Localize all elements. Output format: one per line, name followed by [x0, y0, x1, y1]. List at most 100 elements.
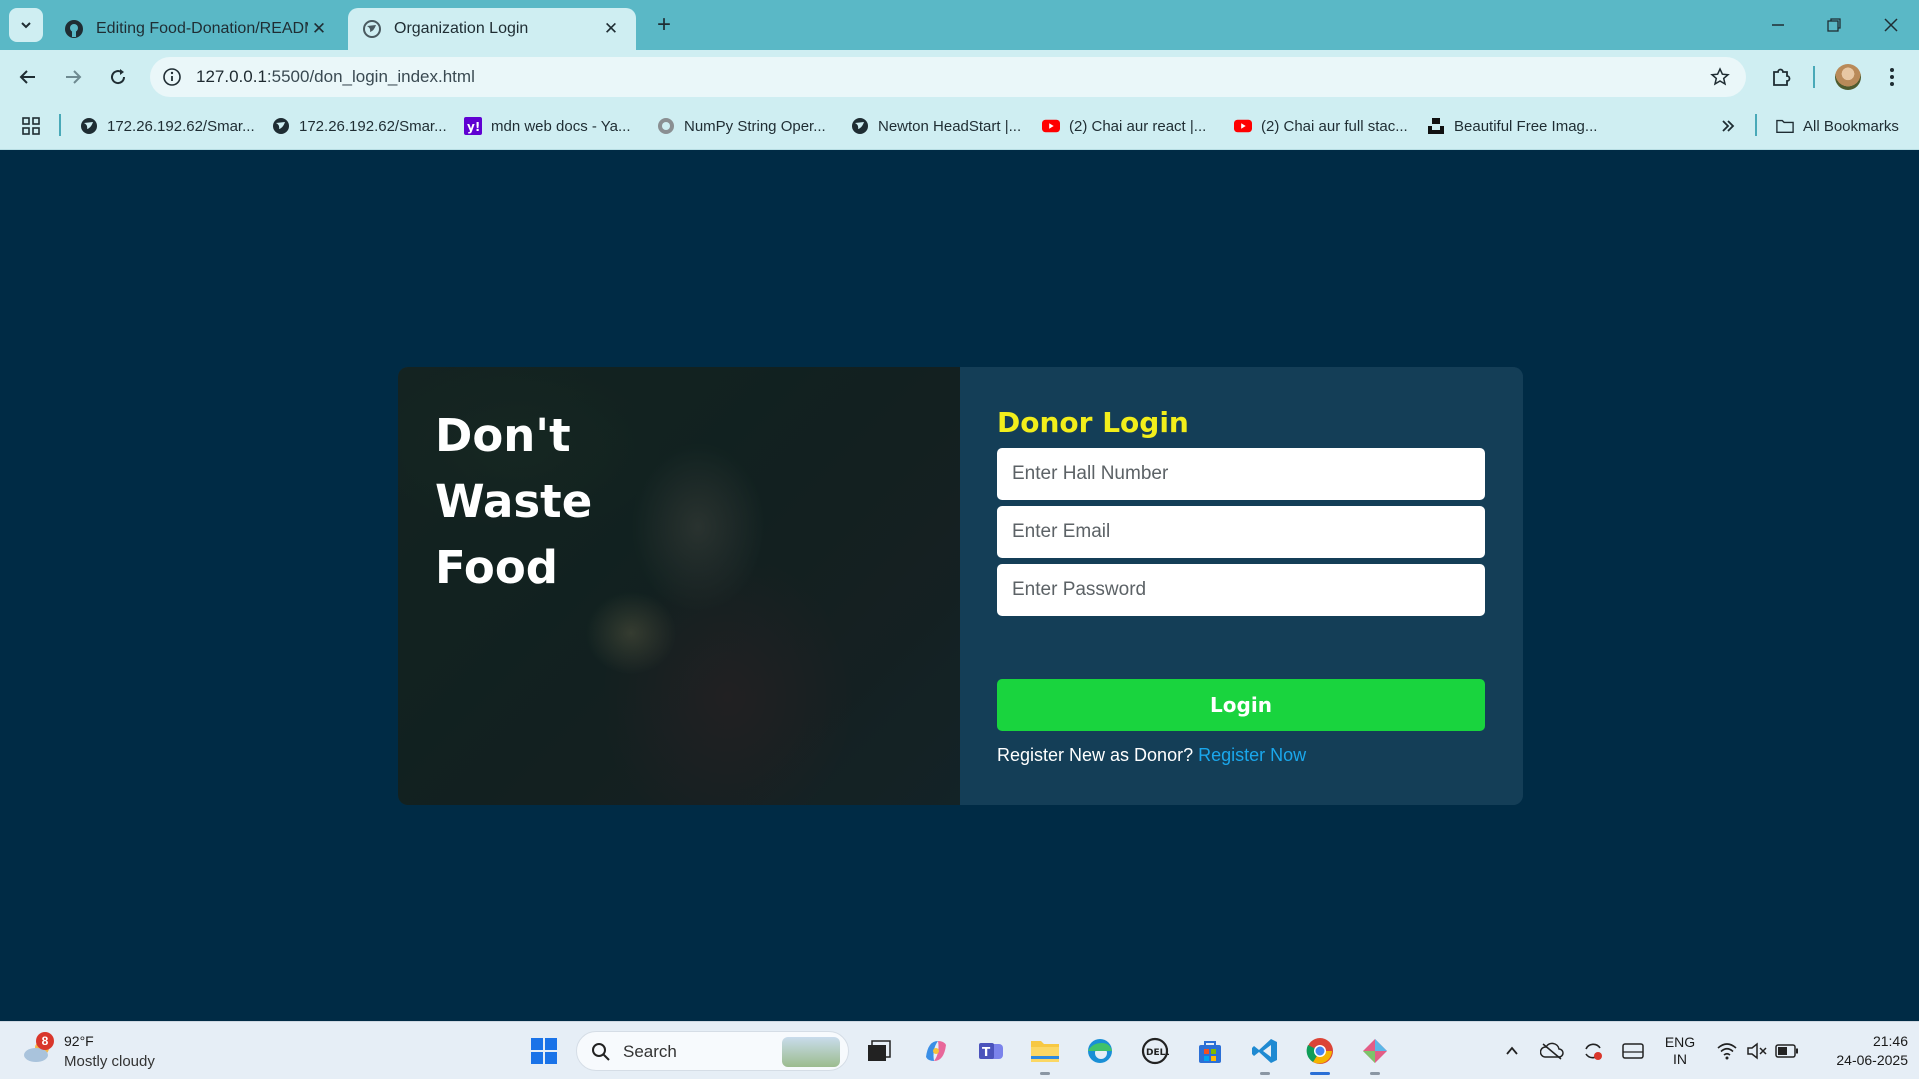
active-indicator [1310, 1072, 1330, 1075]
battery-icon [1775, 1044, 1798, 1058]
form-title: Donor Login [997, 406, 1189, 439]
bookmark-label: 172.26.192.62/Smar... [299, 117, 447, 135]
all-bookmarks-button[interactable]: All Bookmarks [1776, 114, 1899, 138]
close-window-button[interactable] [1868, 10, 1914, 40]
copilot-button[interactable] [918, 1033, 954, 1069]
new-tab-button[interactable]: + [650, 12, 678, 40]
teams-button[interactable]: T [973, 1033, 1009, 1069]
bookmark-item[interactable]: 172.26.192.62/Smar... [80, 114, 255, 138]
more-vertical-icon [1890, 68, 1894, 86]
browser-tab-bar: Editing Food-Donation/README.md ✕ Organi… [0, 0, 1919, 50]
chevron-down-icon [21, 22, 31, 29]
language-indicator[interactable]: ENG IN [1660, 1034, 1700, 1068]
register-prompt: Register New as Donor? Register Now [997, 745, 1306, 766]
start-button[interactable] [526, 1033, 562, 1069]
sync-button[interactable] [1580, 1038, 1606, 1064]
tab-editing-readme[interactable]: Editing Food-Donation/README.md ✕ [50, 8, 344, 50]
tab-title: Organization Login [394, 20, 529, 37]
extensions-button[interactable] [1765, 61, 1797, 93]
clock[interactable]: 21:46 24-06-2025 [1812, 1032, 1908, 1070]
bookmark-item[interactable]: NumPy String Oper... [657, 114, 826, 138]
chevron-up-icon [1506, 1046, 1518, 1055]
battery-button[interactable] [1774, 1038, 1800, 1064]
running-indicator [1260, 1072, 1270, 1075]
svg-text:DELL: DELL [1146, 1048, 1169, 1058]
bookmark-item[interactable]: y! mdn web docs - Ya... [464, 114, 631, 138]
tf-icon [657, 117, 675, 135]
all-bookmarks-label: All Bookmarks [1803, 117, 1899, 135]
login-card: Don't Waste Food Donor Login Login Regis… [398, 367, 1523, 805]
globe-icon [362, 19, 382, 39]
chrome-button[interactable] [1302, 1033, 1338, 1075]
url-host: 127.0.0.1 [196, 67, 267, 86]
close-tab-icon[interactable]: ✕ [600, 19, 622, 39]
bookmark-item[interactable]: 172.26.192.62/Smar... [272, 114, 447, 138]
bookmark-label: NumPy String Oper... [684, 117, 826, 135]
back-button[interactable] [12, 61, 44, 93]
bookmark-label: 172.26.192.62/Smar... [107, 117, 255, 135]
reload-button[interactable] [102, 61, 134, 93]
browser-menu-button[interactable] [1876, 61, 1908, 93]
url-text[interactable]: 127.0.0.1:5500/don_login_index.html [196, 67, 475, 87]
minimize-button[interactable] [1755, 10, 1801, 40]
cloud-offline-icon [1540, 1042, 1564, 1060]
search-highlight-image [782, 1037, 840, 1067]
more-bookmarks-button[interactable] [1720, 114, 1736, 138]
task-view-button[interactable] [861, 1033, 897, 1069]
email-input[interactable] [997, 506, 1485, 558]
show-hidden-icons-button[interactable] [1499, 1038, 1525, 1064]
hall-number-input[interactable] [997, 448, 1485, 500]
edge-button[interactable] [1082, 1033, 1118, 1069]
site-info-icon[interactable] [160, 65, 184, 89]
avatar [1835, 64, 1861, 90]
arrow-right-icon [66, 70, 82, 84]
onedrive-button[interactable] [1539, 1038, 1565, 1064]
toolbar-divider [1813, 66, 1815, 88]
browser-toolbar: 127.0.0.1:5500/don_login_index.html [0, 50, 1919, 102]
taskbar-search[interactable]: Search [576, 1031, 849, 1071]
login-button[interactable]: Login [997, 679, 1485, 731]
forward-button[interactable] [57, 61, 89, 93]
apps-button[interactable] [22, 114, 40, 138]
file-explorer-button[interactable] [1027, 1033, 1063, 1075]
register-now-link[interactable]: Register Now [1198, 745, 1306, 765]
language-code: ENG [1664, 1034, 1696, 1050]
restore-icon [1827, 18, 1841, 32]
volume-button[interactable] [1744, 1038, 1770, 1064]
tab-search-button[interactable] [9, 8, 43, 42]
taskbar: 8 92°F Mostly cloudy Search T DELL ENG I… [0, 1021, 1919, 1079]
page-background: Don't Waste Food Donor Login Login Regis… [0, 151, 1919, 1021]
store-button[interactable] [1192, 1033, 1228, 1069]
tablet-mode-button[interactable] [1620, 1038, 1646, 1064]
bookmark-star-icon[interactable] [1708, 65, 1732, 89]
register-text: Register New as Donor? [997, 745, 1194, 765]
edge-icon [1088, 1039, 1112, 1063]
wifi-button[interactable] [1714, 1038, 1740, 1064]
slogan-line: Don't [435, 409, 571, 462]
slogan-line: Food [435, 541, 558, 594]
arrow-left-icon [19, 70, 35, 84]
windows-icon [531, 1038, 557, 1064]
vscode-button[interactable] [1247, 1033, 1283, 1075]
tab-organization-login[interactable]: Organization Login ✕ [348, 8, 636, 50]
dell-button[interactable]: DELL [1137, 1033, 1173, 1069]
app-button[interactable] [1357, 1033, 1393, 1075]
bookmark-item[interactable]: Beautiful Free Imag... [1427, 114, 1597, 138]
password-input[interactable] [997, 564, 1485, 616]
unsplash-icon [1427, 117, 1445, 135]
svg-text:y!: y! [467, 120, 480, 134]
close-tab-icon[interactable]: ✕ [308, 19, 330, 39]
dell-icon: DELL [1141, 1037, 1169, 1065]
restore-button[interactable] [1811, 10, 1857, 40]
bookmark-item[interactable]: (2) Chai aur react |... [1042, 114, 1206, 138]
bookmarks-divider [1755, 114, 1757, 136]
weather-widget[interactable]: 8 92°F Mostly cloudy [20, 1030, 180, 1072]
chevron-double-right-icon [1722, 120, 1735, 132]
address-bar[interactable]: 127.0.0.1:5500/don_login_index.html [150, 57, 1746, 97]
profile-button[interactable] [1832, 61, 1864, 93]
wifi-icon [1717, 1043, 1737, 1060]
vscode-icon [1252, 1039, 1277, 1063]
bookmark-item[interactable]: Newton HeadStart |... [851, 114, 1021, 138]
bookmark-item[interactable]: (2) Chai aur full stac... [1234, 114, 1408, 138]
task-view-icon [868, 1040, 891, 1061]
